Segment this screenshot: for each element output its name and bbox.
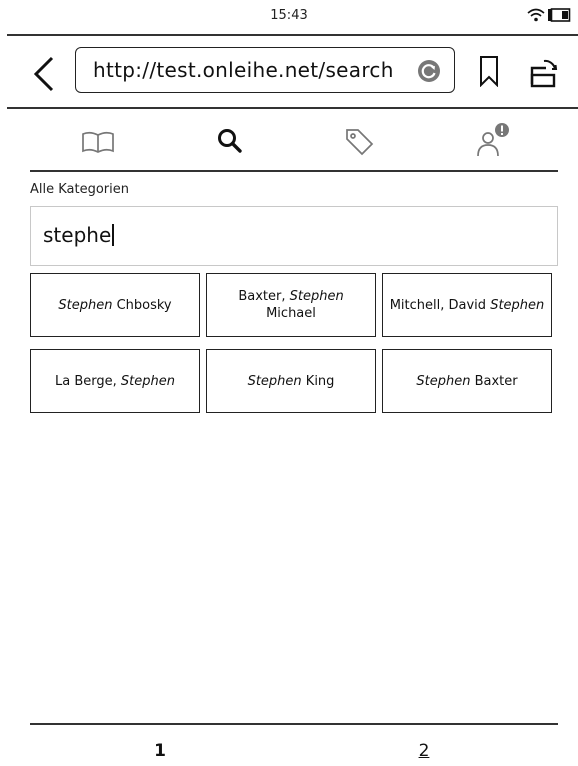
result-label: Baxter, Stephen Michael — [213, 288, 369, 322]
highlight-match: Stephen — [416, 373, 471, 389]
battery-icon — [548, 8, 571, 22]
rotate-screen-button[interactable] — [526, 56, 560, 90]
url-text: http://test.onleihe.net/search — [93, 58, 394, 82]
category-label[interactable]: Alle Kategorien — [30, 182, 129, 197]
search-icon — [218, 129, 242, 153]
result-label: La Berge, Stephen — [55, 373, 175, 390]
result-label: Stephen King — [248, 373, 335, 390]
result-tile[interactable]: Stephen Chbosky — [30, 273, 200, 337]
result-text: King — [301, 373, 335, 389]
result-text: Baxter, — [238, 289, 290, 304]
result-tile[interactable]: La Berge, Stephen — [30, 349, 200, 413]
user-alert-icon — [477, 123, 509, 157]
wifi-icon — [527, 8, 545, 22]
page-1-link[interactable]: 1 — [140, 741, 180, 761]
tag-icon — [346, 129, 374, 156]
page-2-link[interactable]: 2 — [404, 741, 444, 761]
tab-account[interactable] — [462, 122, 522, 162]
result-text: La Berge, — [55, 373, 121, 389]
result-text: Baxter — [470, 373, 518, 389]
result-label: Stephen Chbosky — [58, 297, 171, 314]
result-tile[interactable]: Stephen King — [206, 349, 376, 413]
result-text: Michael — [266, 306, 316, 321]
text-caret — [112, 224, 114, 246]
highlight-match: Stephen — [247, 373, 302, 389]
highlight-match: Stephen — [490, 297, 545, 313]
result-tile[interactable]: Stephen Baxter — [382, 349, 552, 413]
result-label: Mitchell, David Stephen — [390, 297, 545, 314]
book-icon — [82, 131, 114, 153]
highlight-match: Stephen — [289, 289, 344, 304]
url-field[interactable]: http://test.onleihe.net/search — [75, 47, 455, 93]
result-tile[interactable]: Baxter, Stephen Michael — [206, 273, 376, 337]
highlight-match: Stephen — [120, 373, 175, 389]
status-time: 15:43 — [270, 8, 308, 23]
tab-search[interactable] — [200, 122, 260, 162]
reload-icon[interactable] — [417, 59, 441, 83]
tab-tags[interactable] — [330, 122, 390, 162]
search-input[interactable]: stephe — [30, 206, 558, 266]
bookmark-button[interactable] — [478, 55, 500, 87]
tab-book[interactable] — [68, 122, 128, 162]
result-tile[interactable]: Mitchell, David Stephen — [382, 273, 552, 337]
back-button[interactable] — [30, 54, 58, 94]
search-query: stephe — [43, 223, 112, 247]
highlight-match: Stephen — [58, 297, 113, 313]
result-text: Chbosky — [112, 297, 172, 313]
result-label: Stephen Baxter — [416, 373, 517, 390]
result-text: Mitchell, David — [389, 297, 491, 313]
